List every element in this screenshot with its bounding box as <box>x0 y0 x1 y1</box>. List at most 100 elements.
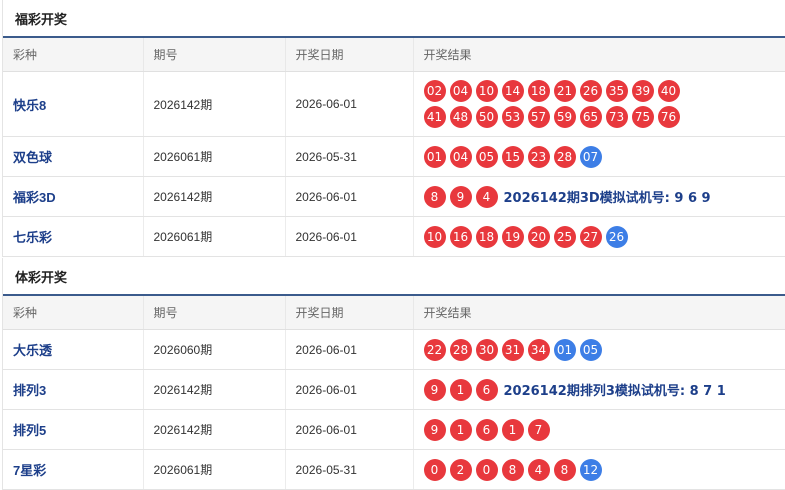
lottery-name-link[interactable]: 双色球 <box>3 136 144 177</box>
red-ball: 53 <box>501 106 524 128</box>
table-row: 排列5 2026142期 2026-06-01 9 1 6 1 7 <box>3 409 785 450</box>
red-ball: 28 <box>553 145 576 168</box>
lottery-name-link[interactable]: 大乐透 <box>3 329 144 370</box>
header-draw-result: 开奖结果 <box>413 38 785 72</box>
red-ball: 28 <box>449 338 472 361</box>
red-ball: 39 <box>631 80 654 102</box>
issue-number: 2026061期 <box>143 136 286 177</box>
red-ball: 4 <box>527 458 550 481</box>
red-ball: 57 <box>527 106 550 128</box>
red-ball: 05 <box>475 145 498 168</box>
red-ball: 0 <box>475 458 498 481</box>
draw-date: 2026-05-31 <box>285 449 414 490</box>
lottery-name-link[interactable]: 排列3 <box>3 369 144 410</box>
header-draw-date: 开奖日期 <box>285 296 414 330</box>
red-ball: 59 <box>553 106 576 128</box>
red-ball: 75 <box>631 106 654 128</box>
results-table: 彩种 期号 开奖日期 开奖结果 快乐8 2026142期 2026-06-01 02 0… <box>3 38 785 257</box>
header-lottery-type: 彩种 <box>3 38 144 72</box>
table-header-row: 彩种 期号 开奖日期 开奖结果 <box>3 296 785 330</box>
red-ball: 6 <box>475 418 498 441</box>
red-ball: 8 <box>423 185 446 208</box>
lottery-name-link[interactable]: 快乐8 <box>3 71 144 137</box>
red-ball: 2 <box>449 458 472 481</box>
red-ball: 9 <box>423 378 446 401</box>
red-ball: 41 <box>423 106 446 128</box>
table-row: 福彩3D 2026142期 2026-06-01 8 9 4 2026142期3D模拟试机号… <box>3 176 785 217</box>
red-ball: 65 <box>579 106 602 128</box>
red-ball: 30 <box>475 338 498 361</box>
red-ball: 22 <box>423 338 446 361</box>
red-ball: 6 <box>475 378 498 401</box>
table-row: 大乐透 2026060期 2026-06-01 22 28 30 31 34 01 05 <box>3 329 785 370</box>
lottery-name-link[interactable]: 7星彩 <box>3 449 144 490</box>
draw-date: 2026-06-01 <box>285 176 414 217</box>
red-ball: 01 <box>423 145 446 168</box>
red-ball: 26 <box>579 80 602 102</box>
section-title: 福彩开奖 <box>3 0 785 38</box>
red-ball: 31 <box>501 338 524 361</box>
ball-row: 41 48 50 53 57 59 65 73 75 76 <box>423 104 785 130</box>
blue-ball: 01 <box>553 338 576 361</box>
red-ball: 02 <box>423 80 446 102</box>
red-ball: 04 <box>449 145 472 168</box>
draw-date: 2026-05-31 <box>285 136 414 177</box>
lottery-name-link[interactable]: 七乐彩 <box>3 216 144 257</box>
draw-result: 0 2 0 8 4 8 12 <box>413 449 785 490</box>
red-ball: 20 <box>527 225 550 248</box>
issue-number: 2026142期 <box>143 176 286 217</box>
draw-date: 2026-06-01 <box>285 216 414 257</box>
red-ball: 40 <box>657 80 680 102</box>
red-ball: 18 <box>527 80 550 102</box>
red-ball: 1 <box>449 378 472 401</box>
red-ball: 16 <box>449 225 472 248</box>
header-lottery-type: 彩种 <box>3 296 144 330</box>
draw-result: 8 9 4 2026142期3D模拟试机号: 9 6 9 <box>413 176 785 217</box>
ball-row: 10 16 18 19 20 25 27 26 <box>423 224 785 250</box>
table-header-row: 彩种 期号 开奖日期 开奖结果 <box>3 38 785 72</box>
issue-number: 2026061期 <box>143 449 286 490</box>
red-ball: 19 <box>501 225 524 248</box>
table-row: 快乐8 2026142期 2026-06-01 02 04 10 14 18 21 26 35 39 4… <box>3 71 785 137</box>
blue-ball: 26 <box>605 225 628 248</box>
lottery-results-page: 福彩开奖 彩种 期号 开奖日期 开奖结果 快乐8 2026142期 2026-06-… <box>0 0 785 490</box>
red-ball: 1 <box>449 418 472 441</box>
red-ball: 04 <box>449 80 472 102</box>
red-ball: 15 <box>501 145 524 168</box>
draw-date: 2026-06-01 <box>285 369 414 410</box>
issue-number: 2026142期 <box>143 369 286 410</box>
trial-number-link[interactable]: 2026142期3D模拟试机号: 9 6 9 <box>504 187 711 206</box>
ball-row: 8 9 4 2026142期3D模拟试机号: 9 6 9 <box>423 184 785 210</box>
ball-row: 0 2 0 8 4 8 12 <box>423 457 785 483</box>
ball-row: 22 28 30 31 34 01 05 <box>423 337 785 363</box>
ball-row: 9 1 6 2026142期排列3模拟试机号: 8 7 1 <box>423 377 785 403</box>
red-ball: 14 <box>501 80 524 102</box>
issue-number: 2026061期 <box>143 216 286 257</box>
red-ball: 34 <box>527 338 550 361</box>
draw-date: 2026-06-01 <box>285 71 414 137</box>
red-ball: 18 <box>475 225 498 248</box>
ball-row: 01 04 05 15 23 28 07 <box>423 144 785 170</box>
red-ball: 76 <box>657 106 680 128</box>
red-ball: 50 <box>475 106 498 128</box>
header-draw-date: 开奖日期 <box>285 38 414 72</box>
ticai-section: 体彩开奖 彩种 期号 开奖日期 开奖结果 大乐透 2026060期 2026-06-… <box>2 258 785 490</box>
red-ball: 9 <box>449 185 472 208</box>
blue-ball: 05 <box>579 338 602 361</box>
header-draw-result: 开奖结果 <box>413 296 785 330</box>
lottery-name-link[interactable]: 福彩3D <box>3 176 144 217</box>
red-ball: 48 <box>449 106 472 128</box>
lottery-name-link[interactable]: 排列5 <box>3 409 144 450</box>
red-ball: 23 <box>527 145 550 168</box>
red-ball: 21 <box>553 80 576 102</box>
header-issue: 期号 <box>143 296 286 330</box>
red-ball: 8 <box>501 458 524 481</box>
red-ball: 4 <box>475 185 498 208</box>
ball-row: 02 04 10 14 18 21 26 35 39 40 <box>423 78 785 104</box>
draw-result: 10 16 18 19 20 25 27 26 <box>413 216 785 257</box>
issue-number: 2026060期 <box>143 329 286 370</box>
table-row: 7星彩 2026061期 2026-05-31 0 2 0 8 4 8 12 <box>3 449 785 490</box>
trial-number-link[interactable]: 2026142期排列3模拟试机号: 8 7 1 <box>504 380 726 399</box>
table-row: 排列3 2026142期 2026-06-01 9 1 6 2026142期排列3模拟试机号… <box>3 369 785 410</box>
draw-result: 02 04 10 14 18 21 26 35 39 40 41 48 50 53 57 59 65 73 75 76 <box>413 71 785 137</box>
